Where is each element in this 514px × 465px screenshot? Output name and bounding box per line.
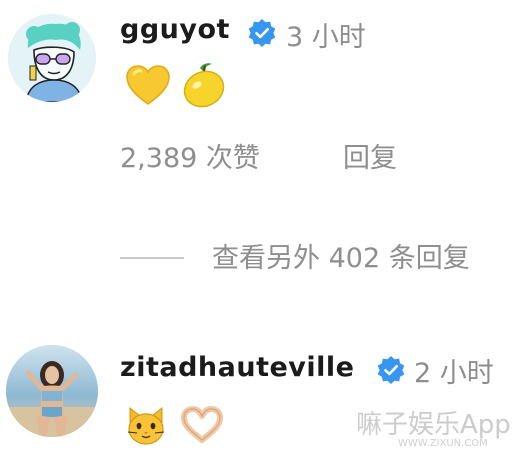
watermark-url: WWW.ZIXUN.COM bbox=[398, 438, 488, 449]
reply-button[interactable]: 回复 bbox=[343, 136, 397, 175]
comment-time: 2 小时 bbox=[414, 358, 494, 389]
comment-time: 3 小时 bbox=[286, 22, 366, 53]
profile-photo-icon bbox=[6, 345, 98, 437]
watermark: 嘛子娱乐App bbox=[356, 410, 511, 440]
avatar-gguyot[interactable] bbox=[8, 14, 96, 102]
view-more-replies-label: 查看另外 402 条回复 bbox=[212, 243, 470, 274]
comment-emojis bbox=[124, 404, 244, 454]
comment-username[interactable]: zitadhauteville bbox=[120, 352, 354, 383]
yellow-heart-icon bbox=[126, 65, 170, 105]
cat-face-icon bbox=[127, 406, 165, 445]
comment-thread: gguyot 3 小时 2,389 次赞 回复 查看另外 402 条回复 zit… bbox=[0, 0, 514, 465]
avatar-zitadhauteville[interactable] bbox=[6, 345, 98, 437]
cartoon-avatar-icon bbox=[8, 14, 96, 102]
verified-badge-icon bbox=[248, 19, 276, 47]
verified-badge-icon bbox=[377, 356, 405, 384]
likes-count[interactable]: 2,389 次赞 bbox=[120, 136, 260, 175]
comment-emojis bbox=[124, 62, 234, 112]
heart-hands-icon bbox=[181, 406, 223, 443]
divider-line bbox=[120, 257, 184, 259]
lemon-icon bbox=[183, 63, 225, 108]
comment-username[interactable]: gguyot bbox=[120, 14, 230, 45]
